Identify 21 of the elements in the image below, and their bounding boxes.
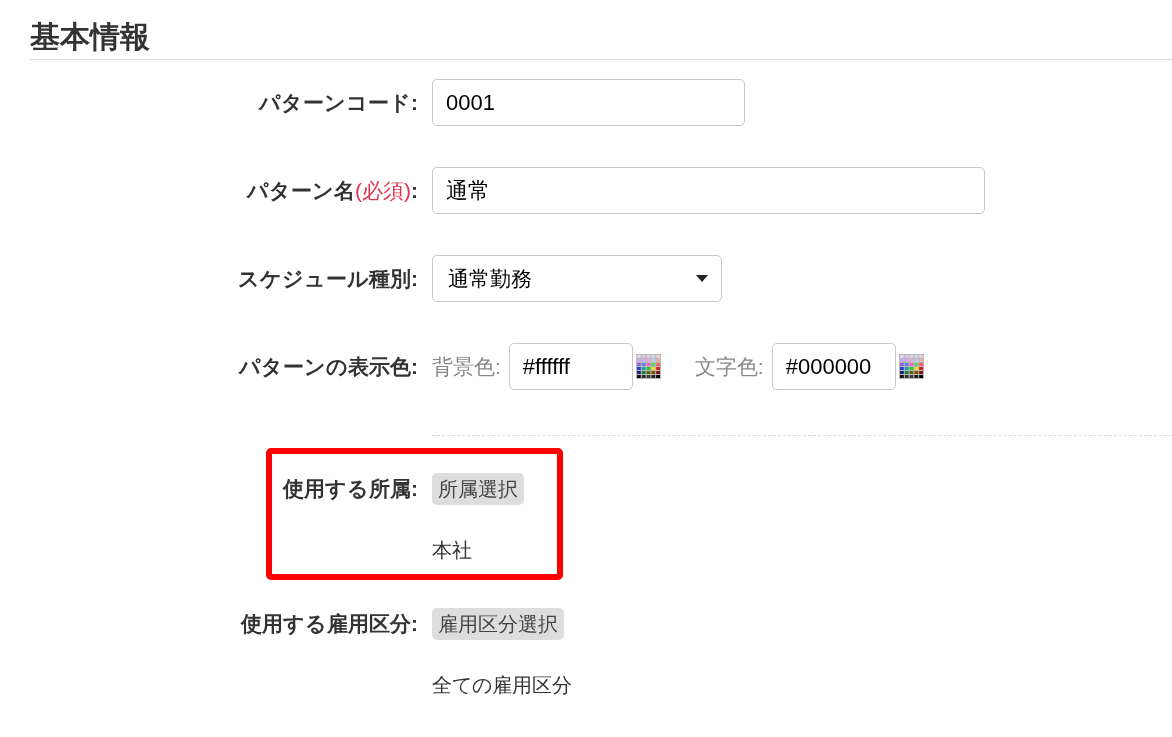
text-field[interactable]: 0001 xyxy=(432,79,745,126)
color-label: 背景色: xyxy=(432,353,501,380)
color-palette-icon[interactable] xyxy=(898,354,924,379)
color-field[interactable]: #000000 xyxy=(771,343,896,390)
field-label: 使用する雇用区分: xyxy=(241,611,418,637)
select-button[interactable]: 雇用区分選択 xyxy=(432,608,564,640)
color-label: 文字色: xyxy=(694,353,764,380)
caret-icon xyxy=(696,275,708,282)
field-label: パターンコード: xyxy=(259,89,418,116)
selected-value: 全ての雇用区分 xyxy=(432,673,572,698)
select-button[interactable]: 所属選択 xyxy=(432,473,524,505)
color-palette-icon[interactable] xyxy=(635,354,661,379)
section-title: 基本情報 xyxy=(30,21,150,52)
field-label: パターン名(必須): xyxy=(247,177,418,204)
field-label: スケジュール種別: xyxy=(238,265,418,292)
text-field[interactable]: 通常 xyxy=(432,167,985,214)
color-field[interactable]: #ffffff xyxy=(508,343,633,390)
select-field[interactable]: 通常勤務 xyxy=(432,255,722,302)
selected-value: 本社 xyxy=(432,538,472,563)
field-label: 使用する所属: xyxy=(283,476,418,502)
field-label: パターンの表示色: xyxy=(239,353,418,380)
